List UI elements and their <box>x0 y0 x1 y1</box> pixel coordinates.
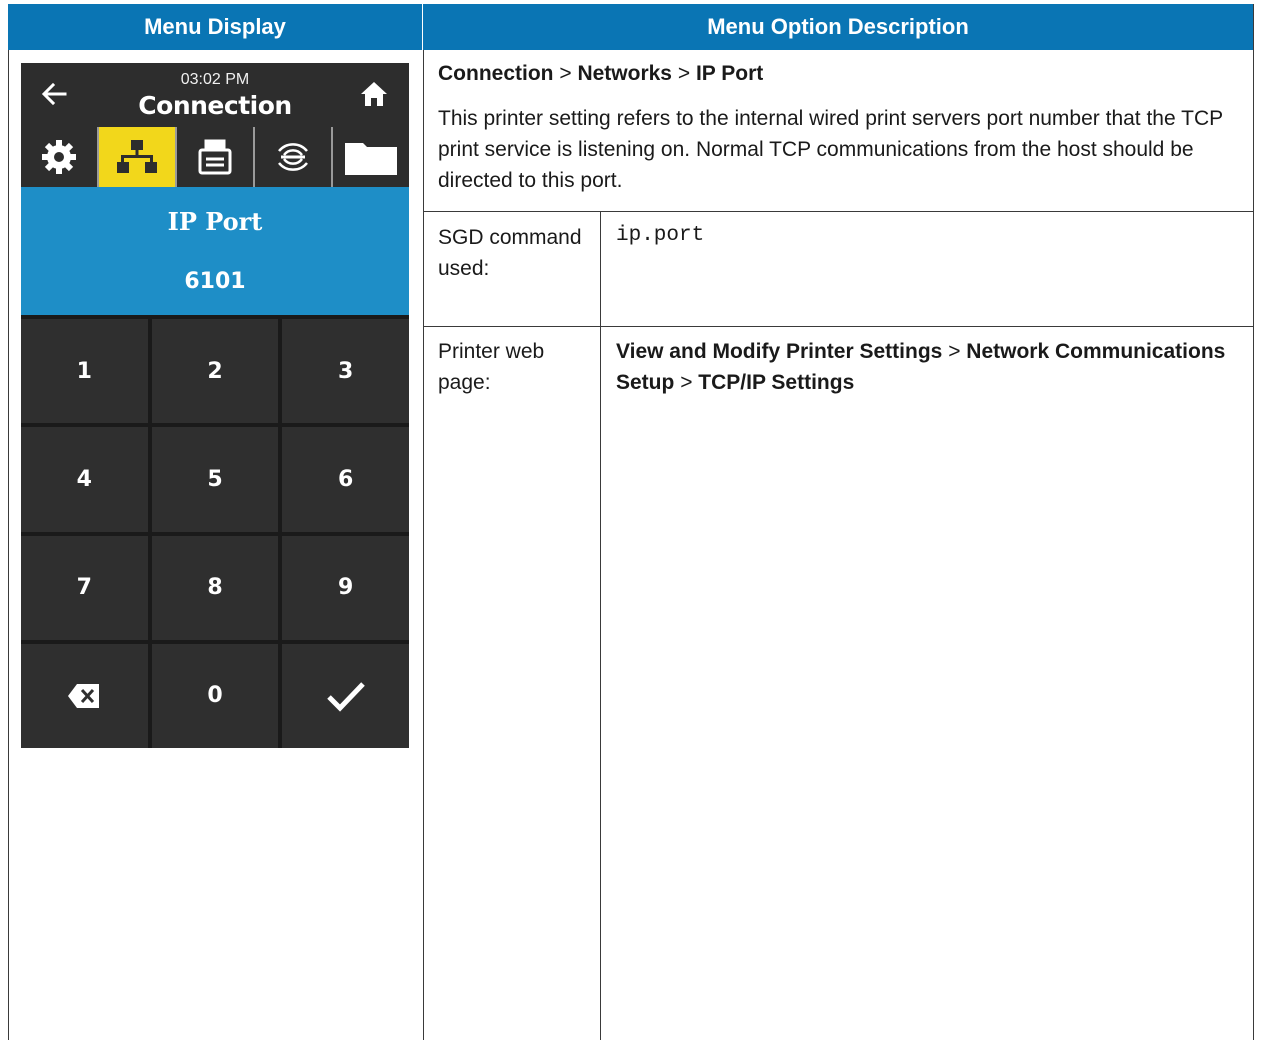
gear-icon <box>42 140 76 174</box>
key-1[interactable]: 1 <box>21 319 148 424</box>
web-page-path: View and Modify Printer Settings > Netwo… <box>616 336 1236 398</box>
network-icon <box>117 140 157 173</box>
key-0[interactable]: 0 <box>151 643 279 748</box>
key-confirm[interactable] <box>282 643 409 748</box>
web-page-label: Printer web page: <box>438 340 545 394</box>
breadcrumb-separator-1: > <box>559 62 572 85</box>
sgd-command: ip.port <box>616 224 705 247</box>
header-menu-display: Menu Display <box>8 4 423 50</box>
key-3[interactable]: 3 <box>282 319 409 424</box>
key-2[interactable]: 2 <box>151 319 279 424</box>
tab-storage[interactable] <box>333 127 409 187</box>
tab-settings[interactable] <box>21 127 99 187</box>
table-border-left <box>8 50 9 1040</box>
home-icon[interactable] <box>359 79 389 109</box>
numeric-keypad: 1 2 3 4 5 6 7 8 9 0 <box>21 315 409 748</box>
web-path-view-modify: View and Modify Printer Settings <box>616 340 943 363</box>
web-path-separator-1: > <box>948 340 961 363</box>
subtable-divider <box>600 211 601 1040</box>
key-backspace[interactable] <box>21 643 148 748</box>
header-menu-display-label: Menu Display <box>144 14 286 39</box>
table-column-divider <box>423 50 424 1040</box>
key-6[interactable]: 6 <box>282 427 409 532</box>
key-9[interactable]: 9 <box>282 535 409 640</box>
header-menu-option-description: Menu Option Description <box>423 4 1253 50</box>
backspace-icon <box>68 683 100 708</box>
field-panel: IP Port 6101 <box>21 187 409 315</box>
display-topbar: 03:02 PM Connection <box>21 63 409 127</box>
breadcrumb-networks: Networks <box>577 62 672 85</box>
tab-connection[interactable] <box>99 127 177 187</box>
checkmark-icon <box>326 682 365 712</box>
key-8[interactable]: 8 <box>151 535 279 640</box>
tab-rfid[interactable] <box>255 127 333 187</box>
breadcrumb-connection: Connection <box>438 62 554 85</box>
field-label: IP Port <box>167 207 263 236</box>
key-5[interactable]: 5 <box>151 427 279 532</box>
row-divider-2 <box>423 326 1254 327</box>
breadcrumb-separator-2: > <box>677 62 691 85</box>
key-7[interactable]: 7 <box>21 535 148 640</box>
key-4[interactable]: 4 <box>21 427 148 532</box>
tab-print[interactable] <box>177 127 255 187</box>
sgd-label: SGD command used: <box>438 226 582 280</box>
display-time: 03:02 PM <box>180 71 250 88</box>
printer-icon <box>198 139 232 175</box>
web-path-separator-2: > <box>680 371 693 394</box>
rfid-icon <box>278 143 308 171</box>
printer-display: 03:02 PM Connection IP Port 6101 1 2 3 4… <box>21 63 409 748</box>
web-path-tcpip: TCP/IP Settings <box>698 371 855 394</box>
menu-tabs <box>21 127 409 187</box>
breadcrumb: Connection > Networks > IP Port <box>438 62 763 86</box>
setting-description: This printer setting refers to the inter… <box>438 107 1223 192</box>
row-divider-1 <box>423 211 1254 212</box>
table-border-right <box>1253 4 1254 1040</box>
display-title: Connection <box>138 91 292 120</box>
field-value[interactable]: 6101 <box>21 269 409 294</box>
folder-icon <box>345 143 397 175</box>
breadcrumb-ip-port: IP Port <box>695 62 764 85</box>
header-menu-option-description-label: Menu Option Description <box>707 14 969 39</box>
